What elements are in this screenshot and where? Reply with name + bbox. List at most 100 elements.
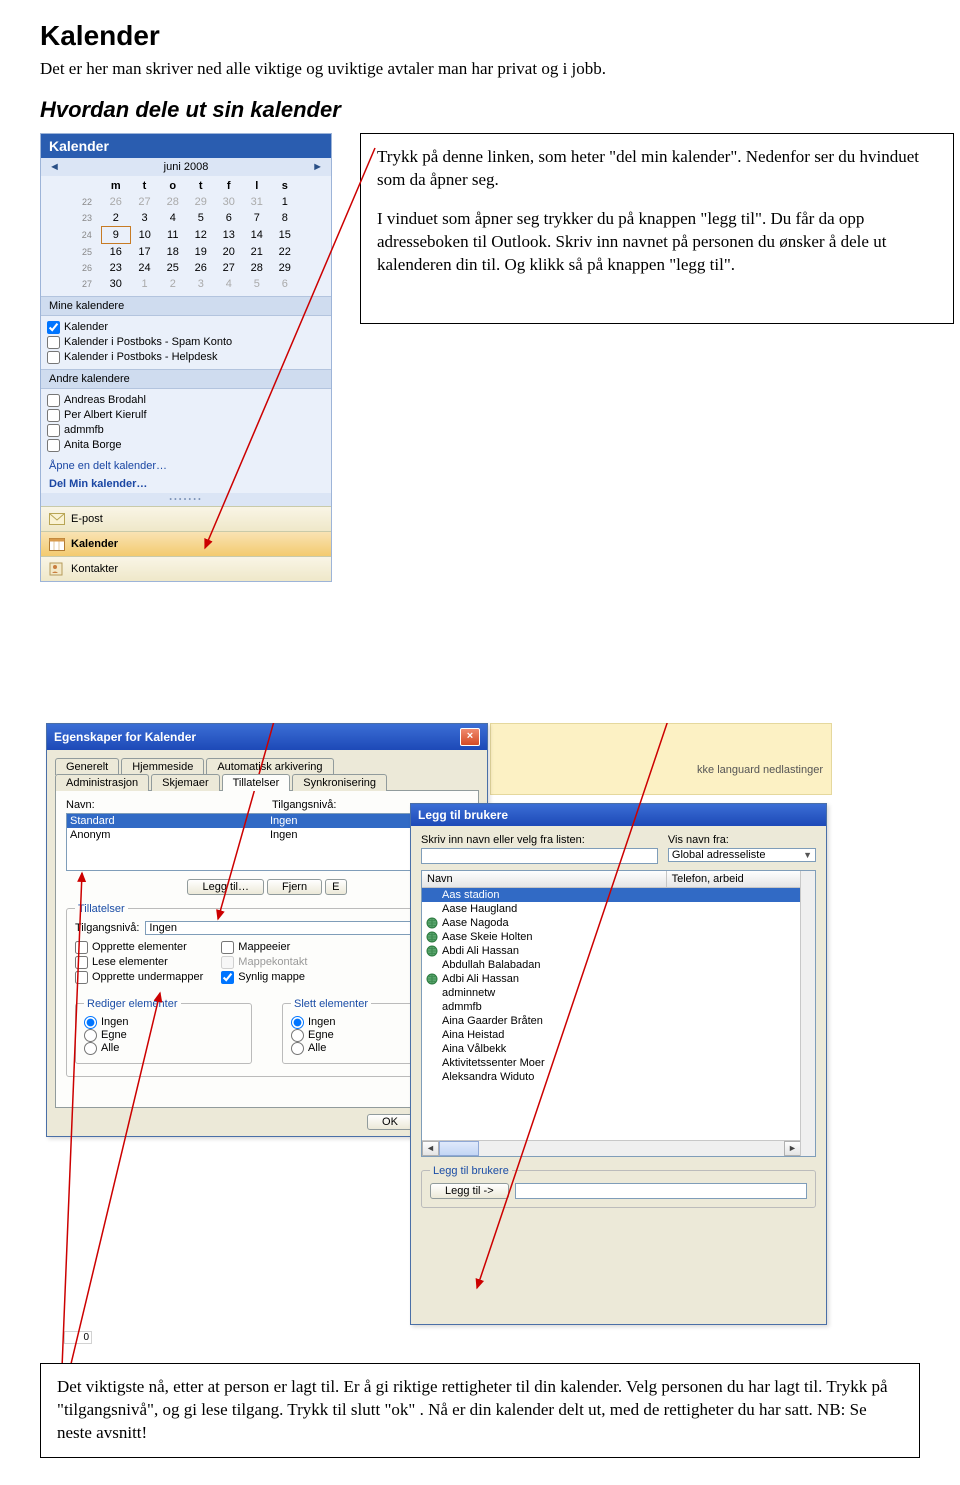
name-label: Navn: (66, 799, 262, 811)
permissions-legend: Tillatelser (75, 903, 128, 915)
calendar-checkbox[interactable]: Kalender (47, 320, 325, 335)
mail-icon (49, 512, 65, 526)
address-book-value: Global adresseliste (672, 849, 803, 861)
col-name-header[interactable]: Navn (422, 871, 667, 887)
instruction-box-2: Det viktigste nå, etter at person er lag… (40, 1363, 920, 1458)
tab[interactable]: Tillatelser (222, 774, 291, 791)
edit-own-radio[interactable]: Egne (84, 1029, 243, 1042)
calendar-icon (49, 537, 65, 551)
dialog-title: Legg til brukere (418, 808, 508, 822)
v-scrollbar[interactable] (800, 871, 815, 1156)
open-shared-calendar-link[interactable]: Åpne en delt kalender… (41, 457, 331, 475)
permission-row[interactable]: AnonymIngen (67, 828, 467, 842)
address-row[interactable]: Aina Heistad (422, 1028, 815, 1042)
recipients-input[interactable] (515, 1183, 807, 1199)
outlook-sidebar: Kalender ◄ juni 2008 ► mtotfls2226272829… (40, 133, 332, 582)
address-row[interactable]: Aase Nagoda (422, 916, 815, 930)
tab[interactable]: Automatisk arkivering (206, 758, 333, 775)
h-scrollbar[interactable]: ◄ ► (422, 1140, 801, 1156)
edit-all-radio[interactable]: Alle (84, 1042, 243, 1055)
nav-calendar-label: Kalender (71, 538, 118, 550)
instruction-p1: Trykk på denne linken, som heter "del mi… (377, 146, 937, 192)
address-row[interactable]: Adbi Ali Hassan (422, 972, 815, 986)
corner-zero: 0 (64, 1331, 92, 1344)
opt-label: Ingen (101, 1016, 129, 1028)
address-row[interactable]: Aktivitetssenter Moer (422, 1056, 815, 1070)
tab[interactable]: Skjemaer (151, 774, 219, 791)
opt-label: Ingen (308, 1016, 336, 1028)
nav-email-button[interactable]: E-post (41, 506, 331, 531)
address-row[interactable]: Abdi Ali Hassan (422, 944, 815, 958)
nav-email-label: E-post (71, 513, 103, 525)
scroll-thumb[interactable] (439, 1141, 479, 1156)
calendar-checkbox[interactable]: Anita Borge (47, 438, 325, 453)
col-phone-header[interactable]: Telefon, arbeid (667, 871, 815, 887)
permission-row[interactable]: StandardIngen (67, 814, 467, 828)
tab[interactable]: Hjemmeside (121, 758, 204, 775)
ok-button[interactable]: OK (367, 1114, 413, 1130)
address-row[interactable]: admmfb (422, 1000, 815, 1014)
address-list[interactable]: Navn Telefon, arbeid Aas stadionAase Hau… (421, 870, 816, 1157)
access-level-value: Ingen (149, 922, 446, 934)
address-row[interactable]: Aase Skeie Holten (422, 930, 815, 944)
add-button[interactable]: Legg til… (187, 879, 263, 895)
address-row[interactable]: Abdullah Balabadan (422, 958, 815, 972)
page-title: Kalender (40, 20, 920, 52)
tab[interactable]: Generelt (55, 758, 119, 775)
folder-contact-checkbox[interactable]: Mappekontakt (221, 956, 307, 969)
name-search-input[interactable] (421, 848, 658, 864)
show-from-label: Vis navn fra: (668, 834, 816, 846)
calendar-checkbox[interactable]: Kalender i Postboks - Helpdesk (47, 350, 325, 365)
create-items-checkbox[interactable]: Opprette elementer (75, 941, 203, 954)
nav-calendar-button[interactable]: Kalender (41, 531, 331, 556)
drag-handle[interactable]: ••••••• (41, 493, 331, 506)
permissions-listbox[interactable]: StandardIngenAnonymIngen (66, 813, 468, 871)
bg-caption: kke languard nedlastinger (697, 764, 823, 776)
address-book-select[interactable]: Global adresseliste ▼ (668, 848, 816, 862)
edit-none-radio[interactable]: Ingen (84, 1016, 243, 1029)
folder-visible-checkbox[interactable]: Synlig mappe (221, 971, 307, 984)
delete-items-legend: Slett elementer (291, 998, 371, 1010)
next-month-arrow[interactable]: ► (312, 161, 323, 173)
remove-button[interactable]: Fjern (267, 879, 322, 895)
chk-label: Mappekontakt (238, 956, 307, 968)
my-calendars-header: Mine kalendere (41, 296, 331, 316)
opt-label: Egne (308, 1029, 334, 1041)
contacts-icon (49, 562, 65, 576)
mini-calendar[interactable]: mtotfls222627282930311232345678249101112… (73, 178, 300, 292)
e-button[interactable]: E (325, 879, 346, 895)
access-level-label: Tilgangsnivå: (75, 922, 139, 934)
nav-contacts-button[interactable]: Kontakter (41, 556, 331, 581)
calendar-checkbox[interactable]: admmfb (47, 423, 325, 438)
address-row[interactable]: Aina Vålbekk (422, 1042, 815, 1056)
type-name-label: Skriv inn navn eller velg fra listen: (421, 834, 658, 846)
calendar-checkbox[interactable]: Kalender i Postboks - Spam Konto (47, 335, 325, 350)
sidebar-title: Kalender (41, 134, 331, 158)
nav-contacts-label: Kontakter (71, 563, 118, 575)
bottom-text: Det viktigste nå, etter at person er lag… (57, 1377, 888, 1442)
add-to-button[interactable]: Legg til -> (430, 1183, 509, 1199)
opt-label: Alle (308, 1042, 326, 1054)
add-to-legend: Legg til brukere (430, 1165, 512, 1177)
scroll-left-icon[interactable]: ◄ (422, 1141, 439, 1156)
address-row[interactable]: Aas stadion (422, 888, 815, 902)
folder-owner-checkbox[interactable]: Mappeeier (221, 941, 307, 954)
instruction-box-1: Trykk på denne linken, som heter "del mi… (360, 133, 954, 324)
tab[interactable]: Administrasjon (55, 774, 149, 791)
tab[interactable]: Synkronisering (292, 774, 387, 791)
address-row[interactable]: Aleksandra Widuto (422, 1070, 815, 1084)
edit-items-legend: Rediger elementer (84, 998, 181, 1010)
share-my-calendar-link[interactable]: Del Min kalender… (41, 475, 331, 493)
address-row[interactable]: Aina Gaarder Bråten (422, 1014, 815, 1028)
address-row[interactable]: Aase Haugland (422, 902, 815, 916)
opt-label: Alle (101, 1042, 119, 1054)
read-items-checkbox[interactable]: Lese elementer (75, 956, 203, 969)
close-icon[interactable]: × (460, 728, 480, 746)
scroll-right-icon[interactable]: ► (784, 1141, 801, 1156)
create-subfolders-checkbox[interactable]: Opprette undermapper (75, 971, 203, 984)
calendar-checkbox[interactable]: Per Albert Kierulf (47, 408, 325, 423)
address-row[interactable]: adminnetw (422, 986, 815, 1000)
opt-label: Egne (101, 1029, 127, 1041)
calendar-checkbox[interactable]: Andreas Brodahl (47, 393, 325, 408)
prev-month-arrow[interactable]: ◄ (49, 161, 60, 173)
